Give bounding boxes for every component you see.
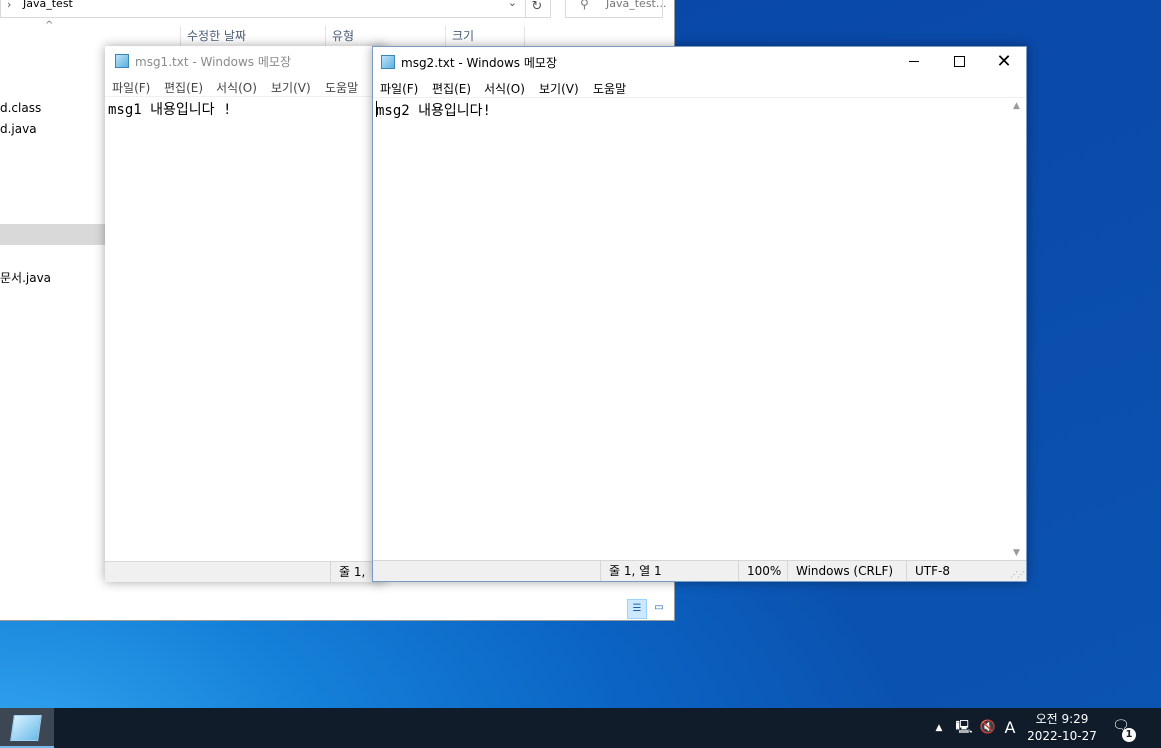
menu-view[interactable]: 보기(V) (539, 80, 579, 97)
file-list-item[interactable]: d.java (0, 122, 37, 136)
minimize-button[interactable] (891, 47, 937, 76)
menu-file[interactable]: 파일(F) (112, 79, 150, 96)
system-clock[interactable]: 오전 9:29 2022-10-27 (1026, 711, 1098, 745)
file-list-item[interactable]: 문서.java (0, 269, 51, 286)
resize-grip-icon[interactable]: ⋰⋰ (1010, 570, 1025, 579)
text-editor[interactable]: msg1 내용입니다 ! (105, 96, 385, 562)
maximize-button[interactable] (936, 47, 982, 76)
editor-content: msg2 내용입니다! (376, 103, 491, 119)
volume-muted-icon[interactable]: 🔇 (978, 708, 998, 748)
status-line-ending: Windows (CRLF) (787, 561, 902, 581)
window-title: msg2.txt - Windows 메모장 (401, 56, 557, 70)
refresh-button[interactable]: ↻ (524, 0, 551, 18)
search-input[interactable]: ⚲ Java_test... (565, 0, 667, 18)
status-cursor-position: 줄 1, (330, 562, 365, 582)
status-zoom: 100% (738, 561, 789, 581)
search-placeholder: Java_test... (606, 0, 667, 10)
address-bar[interactable]: › Java_test ⌄ (0, 0, 526, 18)
window-title: msg1.txt - Windows 메모장 (135, 55, 291, 69)
column-divider (524, 26, 541, 46)
notepad-icon (381, 55, 395, 69)
menu-bar: 파일(F) 편집(E) 서식(O) 보기(V) 도움말 (105, 76, 385, 96)
menu-file[interactable]: 파일(F) (380, 80, 418, 97)
scroll-up-icon[interactable]: ▲ (1013, 101, 1020, 111)
maximize-icon (953, 55, 965, 67)
menu-help[interactable]: 도움말 (593, 80, 626, 97)
column-header-modified[interactable]: 수정한 날짜 (180, 26, 327, 46)
status-bar: 줄 1, (105, 561, 385, 582)
column-header-type[interactable]: 유형 (325, 26, 444, 46)
taskbar-notepad-button[interactable] (0, 708, 54, 748)
vertical-scrollbar[interactable]: ▲ ▼ (1009, 98, 1026, 561)
status-cursor-position: 줄 1, 열 1 (600, 561, 737, 581)
menu-edit[interactable]: 편집(E) (164, 79, 203, 96)
scroll-down-icon[interactable]: ▼ (1013, 548, 1020, 558)
notepad-window-msg2: msg2.txt - Windows 메모장 ✕ 파일(F) 편집(E) 서식(… (372, 46, 1027, 582)
tray-overflow-icon[interactable]: ▲ (932, 708, 946, 748)
search-icon: ⚲ (580, 0, 589, 11)
notepad-icon (10, 715, 42, 741)
file-list-item[interactable]: d.class (0, 101, 41, 115)
menu-edit[interactable]: 편집(E) (432, 80, 471, 97)
menu-format[interactable]: 서식(O) (216, 79, 257, 96)
status-encoding: UTF-8 (906, 561, 995, 581)
menu-bar: 파일(F) 편집(E) 서식(O) 보기(V) 도움말 (373, 77, 1026, 97)
close-icon: ✕ (996, 51, 1012, 72)
notification-count-badge: 1 (1122, 728, 1136, 742)
chevron-down-icon[interactable]: ⌄ (508, 0, 517, 9)
details-view-icon[interactable]: ☰ (627, 599, 647, 619)
editor-content: msg1 내용입니다 ! (108, 102, 232, 118)
title-bar[interactable]: msg2.txt - Windows 메모장 ✕ (373, 47, 1026, 77)
network-icon[interactable]: 🖳 (954, 708, 974, 748)
column-header-size[interactable]: 크기 (445, 26, 524, 46)
notepad-window-msg1: msg1.txt - Windows 메모장 파일(F) 편집(E) 서식(O)… (105, 46, 385, 582)
menu-view[interactable]: 보기(V) (271, 79, 311, 96)
menu-format[interactable]: 서식(O) (484, 80, 525, 97)
address-path: Java_test (23, 0, 73, 10)
text-editor[interactable]: msg2 내용입니다! ▲ ▼ (373, 97, 1026, 561)
close-button[interactable]: ✕ (981, 47, 1027, 76)
sort-up-icon: ^ (45, 20, 54, 31)
ime-indicator[interactable]: A (1001, 708, 1019, 748)
menu-help[interactable]: 도움말 (325, 79, 358, 96)
minimize-icon (909, 60, 919, 62)
large-icons-view-icon[interactable]: ▭ (649, 599, 669, 619)
taskbar: ▲ 🖳 🔇 A 오전 9:29 2022-10-27 🗨 1 (0, 708, 1161, 748)
notepad-icon (115, 54, 129, 68)
clock-time: 오전 9:29 (1035, 712, 1089, 726)
status-bar: 줄 1, 열 1 100% Windows (CRLF) UTF-8 ⋰⋰ (373, 560, 1026, 581)
selected-row-highlight (0, 224, 105, 245)
chevron-right-icon: › (7, 0, 12, 11)
title-bar[interactable]: msg1.txt - Windows 메모장 (105, 46, 385, 76)
clock-date: 2022-10-27 (1027, 729, 1097, 743)
